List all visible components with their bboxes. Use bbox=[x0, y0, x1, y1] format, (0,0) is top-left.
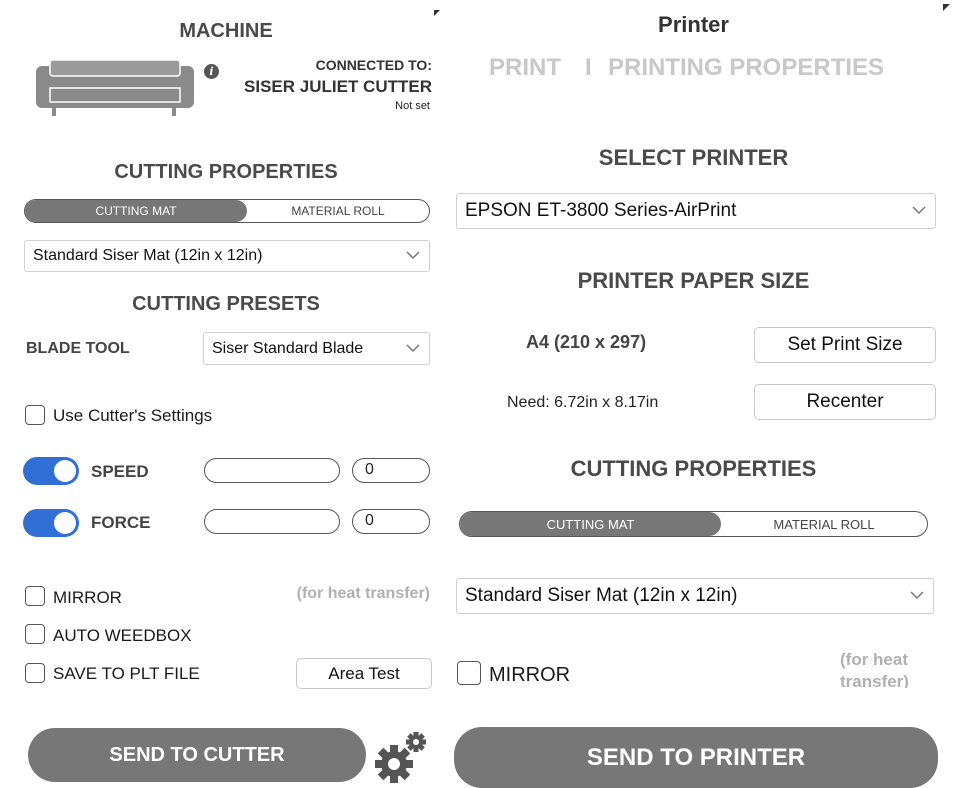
mat-select[interactable]: Standard Siser Mat (12in x 12in) bbox=[24, 240, 430, 272]
printer-title: Printer bbox=[658, 12, 729, 37]
mirror-label: MIRROR bbox=[53, 588, 122, 607]
need-size-text: Need: 6.72in x 8.17in bbox=[507, 394, 659, 411]
blade-tool-value: Siser Standard Blade bbox=[212, 339, 364, 357]
force-input[interactable]: 0 bbox=[352, 509, 430, 534]
cutting-properties-title: CUTTING PROPERTIES bbox=[570, 456, 817, 481]
save-plt-checkbox[interactable] bbox=[25, 663, 45, 683]
info-icon[interactable]: i bbox=[204, 64, 219, 79]
machine-title: MACHINE bbox=[179, 20, 273, 42]
segment-material-roll[interactable]: MATERIAL ROLL bbox=[247, 200, 429, 222]
segment-cutting-mat[interactable]: CUTTING MAT bbox=[25, 200, 247, 222]
send-to-cutter-button[interactable]: SEND TO CUTTER bbox=[28, 728, 366, 782]
chevron-down-icon bbox=[406, 343, 420, 352]
tab-printing-properties[interactable]: PRINTING PROPERTIES bbox=[608, 54, 884, 82]
auto-weedbox-checkbox[interactable] bbox=[25, 624, 45, 644]
speed-slider[interactable] bbox=[204, 458, 340, 483]
segment-cutting-mat[interactable]: CUTTING MAT bbox=[460, 512, 721, 536]
paper-size-value: A4 (210 x 297) bbox=[526, 332, 647, 352]
area-test-button[interactable]: Area Test bbox=[296, 658, 432, 689]
mirror-note-line1: (for heat bbox=[840, 650, 908, 669]
cutting-presets-title: CUTTING PRESETS bbox=[132, 293, 320, 315]
connected-label: CONNECTED TO: bbox=[315, 57, 432, 73]
chevron-down-icon bbox=[910, 591, 924, 600]
blade-tool-select[interactable]: Siser Standard Blade bbox=[203, 332, 430, 365]
chevron-down-icon bbox=[406, 251, 420, 260]
mirror-note: (for heat transfer) bbox=[296, 585, 430, 602]
segment-material-roll[interactable]: MATERIAL ROLL bbox=[721, 512, 927, 536]
force-slider[interactable] bbox=[204, 509, 340, 534]
device-name: SISER JULIET CUTTER bbox=[244, 77, 432, 96]
speed-input[interactable]: 0 bbox=[352, 458, 430, 483]
device-status: Not set bbox=[395, 100, 430, 112]
mirror-note-line2: transfer) bbox=[840, 672, 909, 688]
use-cutter-settings-label: Use Cutter's Settings bbox=[53, 406, 213, 425]
mirror-label: MIRROR bbox=[489, 664, 571, 686]
corner-marker bbox=[434, 10, 440, 16]
printer-panel: Printer PRINT I PRINTING PROPERTIES SELE… bbox=[446, 0, 955, 788]
mirror-checkbox[interactable] bbox=[457, 661, 481, 685]
printer-select[interactable]: EPSON ET-3800 Series-AirPrint bbox=[456, 193, 936, 229]
auto-weedbox-label: AUTO WEEDBOX bbox=[53, 626, 192, 645]
mat-select-value: Standard Siser Mat (12in x 12in) bbox=[33, 247, 263, 264]
tab-separator: I bbox=[585, 54, 592, 81]
chevron-down-icon bbox=[912, 206, 926, 215]
force-toggle[interactable] bbox=[23, 509, 79, 537]
mirror-checkbox[interactable] bbox=[25, 586, 45, 606]
machine-panel: MACHINE i CONNECTED TO: SISER JULIET CUT… bbox=[0, 0, 442, 788]
cutter-machine-icon bbox=[36, 59, 194, 118]
use-cutter-settings-checkbox[interactable] bbox=[25, 405, 45, 425]
blade-tool-label: BLADE TOOL bbox=[26, 340, 130, 357]
paper-size-title: PRINTER PAPER SIZE bbox=[577, 268, 810, 293]
gear-icon[interactable] bbox=[372, 732, 430, 784]
set-print-size-button[interactable]: Set Print Size bbox=[754, 327, 936, 363]
printer-select-value: EPSON ET-3800 Series-AirPrint bbox=[465, 200, 737, 221]
speed-label: SPEED bbox=[91, 462, 149, 481]
tab-print[interactable]: PRINT bbox=[489, 54, 561, 82]
select-printer-title: SELECT PRINTER bbox=[598, 145, 789, 170]
cutting-properties-title: CUTTING PROPERTIES bbox=[114, 161, 338, 183]
mat-roll-segmented-control: CUTTING MAT MATERIAL ROLL bbox=[24, 199, 430, 223]
save-plt-label: SAVE TO PLT FILE bbox=[53, 664, 200, 683]
mat-select-value: Standard Siser Mat (12in x 12in) bbox=[465, 585, 738, 606]
send-to-printer-button[interactable]: SEND TO PRINTER bbox=[454, 727, 938, 788]
mirror-note: (for heat transfer) bbox=[826, 650, 936, 688]
corner-marker bbox=[943, 4, 950, 11]
mat-roll-segmented-control: CUTTING MAT MATERIAL ROLL bbox=[459, 511, 928, 537]
recenter-button[interactable]: Recenter bbox=[754, 384, 936, 420]
force-label: FORCE bbox=[91, 513, 151, 532]
speed-toggle[interactable] bbox=[23, 457, 79, 485]
mat-select[interactable]: Standard Siser Mat (12in x 12in) bbox=[456, 578, 934, 614]
